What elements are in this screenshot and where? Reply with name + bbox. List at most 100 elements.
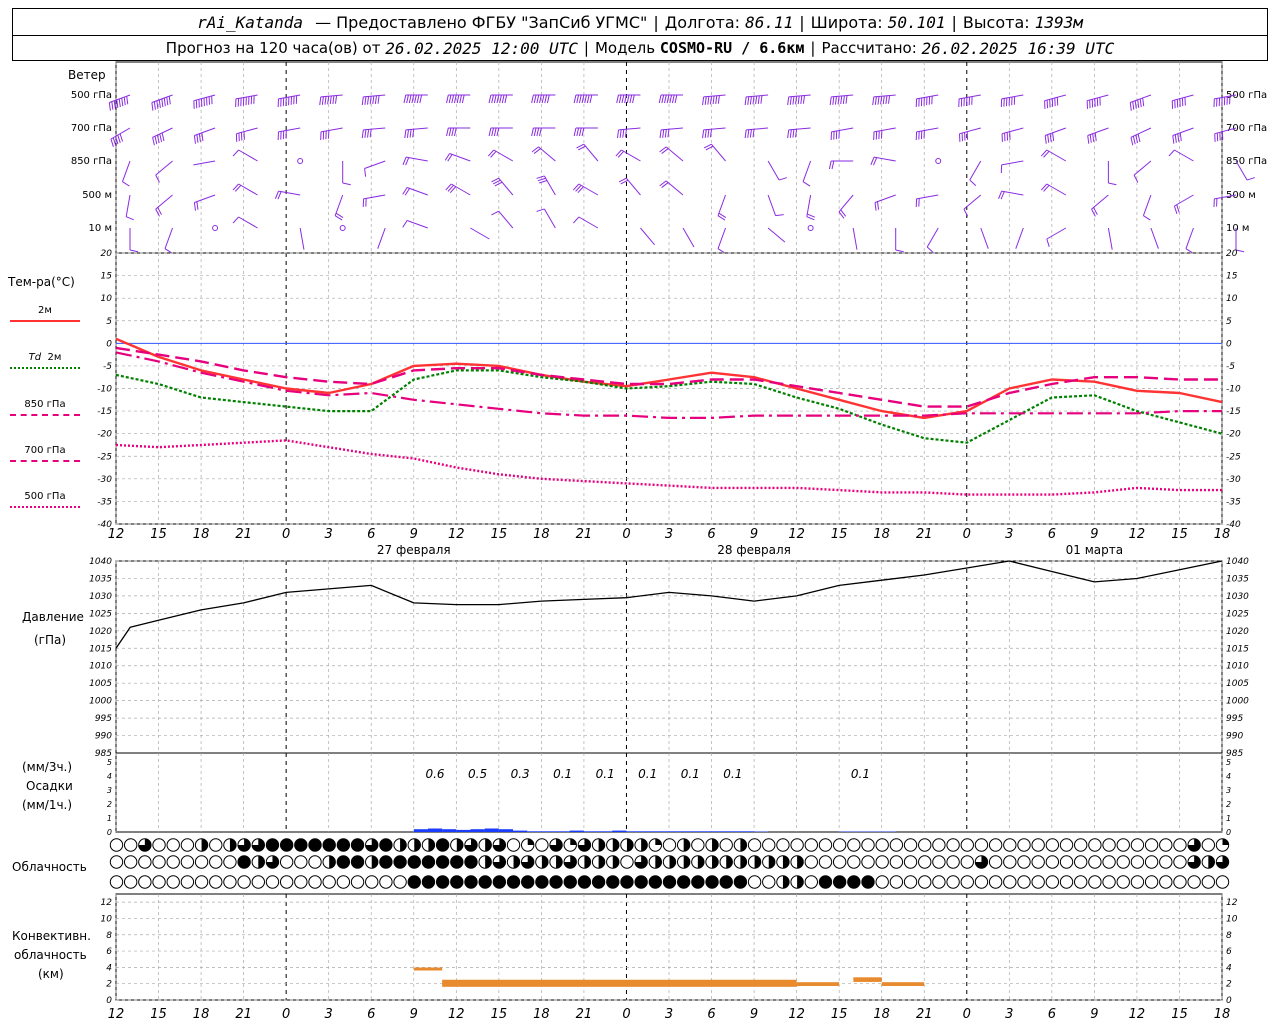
cloud-symbol <box>1102 855 1116 869</box>
wind-barb-feather <box>874 96 877 105</box>
time-tick-label-bottom: 3 <box>325 1007 333 1022</box>
wind-barb-shaft <box>238 149 258 162</box>
cloud-symbol <box>464 875 478 889</box>
wind-barb-feather <box>196 134 199 143</box>
cloud-symbol <box>464 855 478 869</box>
precip-bar <box>711 831 726 832</box>
wind-barb-shaft <box>1015 227 1024 249</box>
wind-calm-mark <box>212 225 219 231</box>
cloud-symbol <box>379 855 393 869</box>
wind-barb-shaft <box>125 194 131 217</box>
wind-barb-feather <box>1087 135 1090 144</box>
cloud-symbol <box>279 875 294 889</box>
wind-barb-feather <box>451 94 455 104</box>
cloud-symbol <box>1074 838 1088 852</box>
wind-barb-feather <box>578 94 582 104</box>
conv-ytick-right: 4 <box>1226 963 1232 973</box>
wind-barb-shaft <box>363 194 386 200</box>
precip-ytick-left: 0 <box>107 828 112 837</box>
wind-barb-shaft <box>717 194 727 216</box>
conv-label-2: облачность <box>14 948 87 962</box>
precip-3h-label: 0.6 <box>425 767 444 781</box>
conv-ytick-left: 0 <box>106 996 112 1006</box>
cloud-symbol <box>1031 875 1045 889</box>
cloud-symbol-fill <box>697 855 705 869</box>
cloud-symbol <box>1144 855 1159 869</box>
wind-barb-shaft <box>926 227 939 248</box>
precip-ytick-left: 2 <box>107 800 112 809</box>
cloud-symbol-fill <box>1222 838 1229 845</box>
cloud-symbol <box>1017 875 1031 889</box>
cloud-symbol <box>606 875 620 889</box>
wind-barb-feather <box>448 94 452 104</box>
cloud-symbol <box>379 838 393 852</box>
wind-barb-feather <box>749 96 752 105</box>
wind-barb-feather <box>111 101 114 110</box>
cloud-symbol <box>279 855 294 869</box>
precip-bar <box>456 829 471 832</box>
wind-barb-feather <box>493 94 497 104</box>
wind-barb-shaft <box>703 127 726 131</box>
precip-ytick-right: 2 <box>1226 800 1231 809</box>
wind-barb-shaft <box>618 127 641 131</box>
pressure-ytick-right: 1005 <box>1226 679 1249 689</box>
wind-barb-feather <box>840 95 843 105</box>
wind-barb-feather <box>1049 133 1052 142</box>
wind-barb-feather <box>364 96 367 105</box>
wind-barb-shaft <box>873 156 896 162</box>
cloud-symbol <box>421 875 436 889</box>
conv-ytick-right: 6 <box>1226 947 1232 957</box>
day-label: 28 февраля <box>717 543 791 557</box>
cloud-symbol <box>1201 838 1216 852</box>
wind-barb-feather <box>488 127 492 137</box>
cloud-symbol <box>804 875 818 889</box>
wind-barb-feather <box>319 96 322 106</box>
wind-barb-feather <box>1052 132 1055 142</box>
wind-barb-feather <box>446 127 449 137</box>
wind-barb-shaft <box>806 194 812 217</box>
conv-ytick-left: 4 <box>106 963 112 973</box>
cloud-symbol <box>209 855 223 869</box>
wind-barb-feather <box>168 96 171 105</box>
wind-barb-feather <box>153 101 156 110</box>
wind-barb-feather <box>661 94 665 104</box>
wind-barb-shaft <box>767 227 786 243</box>
wind-barb-feather <box>342 182 351 186</box>
cloud-symbol <box>407 875 421 889</box>
time-tick-label: 12 <box>448 527 465 542</box>
cloud-symbol <box>1031 838 1045 852</box>
temp-ytick-right: -35 <box>1226 497 1241 507</box>
conv-ytick-left: 6 <box>106 947 112 957</box>
wind-calm-mark <box>807 225 814 231</box>
conv-ytick-left: 10 <box>101 914 113 924</box>
pressure-ytick-left: 995 <box>95 714 112 724</box>
cloud-symbol <box>988 838 1003 852</box>
pressure-ytick-right: 1040 <box>1226 557 1249 567</box>
time-tick-label-bottom: 18 <box>533 1007 550 1022</box>
precip-ytick-right: 1 <box>1226 814 1231 823</box>
wind-barb-feather <box>1094 132 1097 142</box>
wind-barb-feather <box>1132 101 1135 110</box>
time-tick-label: 9 <box>410 527 418 542</box>
precip-3h-label: 0.1 <box>723 767 742 781</box>
precip-bar <box>527 831 542 832</box>
cloud-symbol <box>1045 855 1060 869</box>
time-tick-label-bottom: 3 <box>665 1007 673 1022</box>
precip-3h-label: 0.5 <box>468 767 487 781</box>
cloud-symbol-fill <box>641 838 648 852</box>
day-label: 27 февраля <box>377 543 451 557</box>
pressure-ytick-left: 1010 <box>89 662 112 672</box>
cloud-symbol <box>535 875 549 889</box>
time-tick-label: 3 <box>665 527 673 542</box>
precip-ytick-right: 5 <box>1226 758 1231 767</box>
wind-barb-shaft <box>831 127 854 133</box>
cloud-symbol <box>719 838 733 852</box>
wind-barb-feather <box>1174 134 1177 143</box>
wind-barb-feather <box>108 102 111 111</box>
conv-ytick-right: 10 <box>1226 914 1238 924</box>
legend-t700-text: 700 гПа <box>24 445 66 456</box>
wind-barb-shaft <box>238 216 258 229</box>
wind-barb-feather <box>1137 99 1140 109</box>
precip-unit-1h-label: (мм/1ч.) <box>22 798 73 812</box>
cloud-symbol <box>988 875 1003 889</box>
